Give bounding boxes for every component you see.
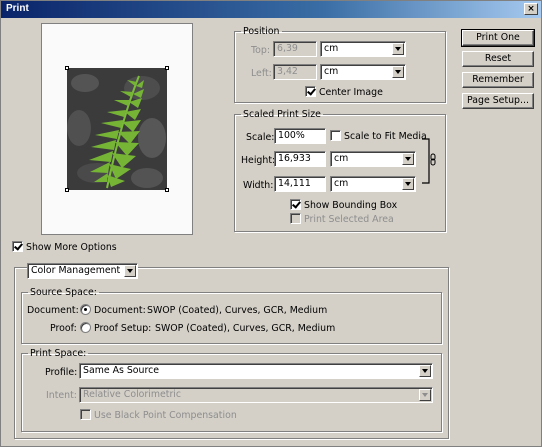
show-more-options-label[interactable]: Show More Options — [26, 242, 117, 253]
intent-select[interactable]: Relative Colorimetric — [79, 387, 433, 403]
proof-radio[interactable] — [80, 322, 91, 333]
chevron-down-icon[interactable] — [392, 43, 404, 55]
intent-label: Intent: — [46, 390, 77, 401]
center-image-checkbox[interactable] — [305, 86, 316, 97]
source-space-legend: Source Space: — [30, 287, 97, 298]
print-dialog: Print × Position Top: 6,39 cm Left: 3,42… — [0, 0, 542, 447]
show-more-options-checkbox[interactable] — [12, 241, 23, 252]
corner-handle[interactable] — [165, 188, 169, 192]
proof-label: Proof: — [50, 323, 77, 334]
scaled-legend: Scaled Print Size — [243, 109, 321, 120]
color-management-value: Color Management — [31, 265, 121, 276]
print-selected-checkbox[interactable] — [290, 213, 301, 224]
left-field[interactable]: 3,42 — [273, 64, 317, 80]
chevron-down-icon[interactable] — [402, 178, 414, 190]
bounding-box-checkbox[interactable] — [290, 199, 301, 210]
color-management-select[interactable]: Color Management — [27, 263, 138, 279]
height-label: Height: — [241, 155, 276, 166]
scale-label: Scale: — [246, 132, 275, 143]
chevron-down-icon[interactable] — [402, 153, 414, 165]
window-title: Print — [6, 3, 29, 14]
chevron-down-icon[interactable] — [392, 66, 404, 78]
width-field[interactable]: 14,111 — [274, 176, 326, 192]
top-unit-select[interactable]: cm — [320, 41, 406, 57]
document-label: Document: — [27, 305, 79, 316]
title-bar[interactable]: Print × — [1, 1, 541, 18]
height-unit-select[interactable]: cm — [330, 151, 416, 167]
fern-photo-icon[interactable] — [67, 68, 167, 190]
top-unit-value: cm — [324, 43, 339, 54]
scale-field[interactable]: 100% — [274, 128, 326, 144]
bounding-box-label[interactable]: Show Bounding Box — [304, 200, 397, 211]
width-unit-value: cm — [334, 178, 349, 189]
corner-handle[interactable] — [65, 188, 69, 192]
document-profile: SWOP (Coated), Curves, GCR, Medium — [147, 305, 328, 316]
left-unit-value: cm — [324, 66, 339, 77]
proof-profile: SWOP (Coated), Curves, GCR, Medium — [155, 323, 336, 334]
center-image-label[interactable]: Center Image — [319, 87, 383, 98]
print-selected-label[interactable]: Print Selected Area — [304, 214, 394, 225]
width-unit-select[interactable]: cm — [330, 176, 416, 192]
black-point-label[interactable]: Use Black Point Compensation — [94, 410, 237, 421]
chevron-down-icon[interactable] — [419, 365, 431, 377]
profile-select[interactable]: Same As Source — [79, 363, 433, 379]
close-icon[interactable]: × — [524, 3, 538, 15]
proof-radio-label[interactable]: Proof Setup: — [94, 323, 151, 334]
height-field[interactable]: 16,933 — [274, 151, 326, 167]
document-radio-label[interactable]: Document: — [94, 305, 146, 316]
document-radio[interactable] — [80, 304, 91, 315]
scale-to-fit-checkbox[interactable] — [330, 130, 341, 141]
corner-handle[interactable] — [165, 66, 169, 70]
reset-button[interactable]: Reset — [462, 51, 534, 67]
corner-handle[interactable] — [65, 66, 69, 70]
left-label: Left: — [251, 68, 272, 79]
top-field[interactable]: 6,39 — [273, 41, 317, 57]
profile-value: Same As Source — [83, 365, 160, 376]
print-one-button[interactable]: Print One — [461, 29, 535, 47]
top-label: Top: — [251, 45, 270, 56]
width-label: Width: — [243, 180, 274, 191]
profile-label: Profile: — [45, 367, 78, 378]
chevron-down-icon[interactable] — [419, 389, 431, 401]
position-legend: Position — [243, 26, 280, 37]
intent-value: Relative Colorimetric — [83, 389, 182, 400]
left-unit-select[interactable]: cm — [320, 64, 406, 80]
black-point-checkbox[interactable] — [80, 409, 91, 420]
chevron-down-icon[interactable] — [124, 265, 136, 277]
height-unit-value: cm — [334, 153, 349, 164]
print-space-legend: Print Space: — [30, 348, 87, 359]
page-setup-button[interactable]: Page Setup... — [462, 93, 534, 109]
remember-button[interactable]: Remember — [462, 72, 534, 88]
chain-link-icon[interactable] — [422, 138, 436, 184]
